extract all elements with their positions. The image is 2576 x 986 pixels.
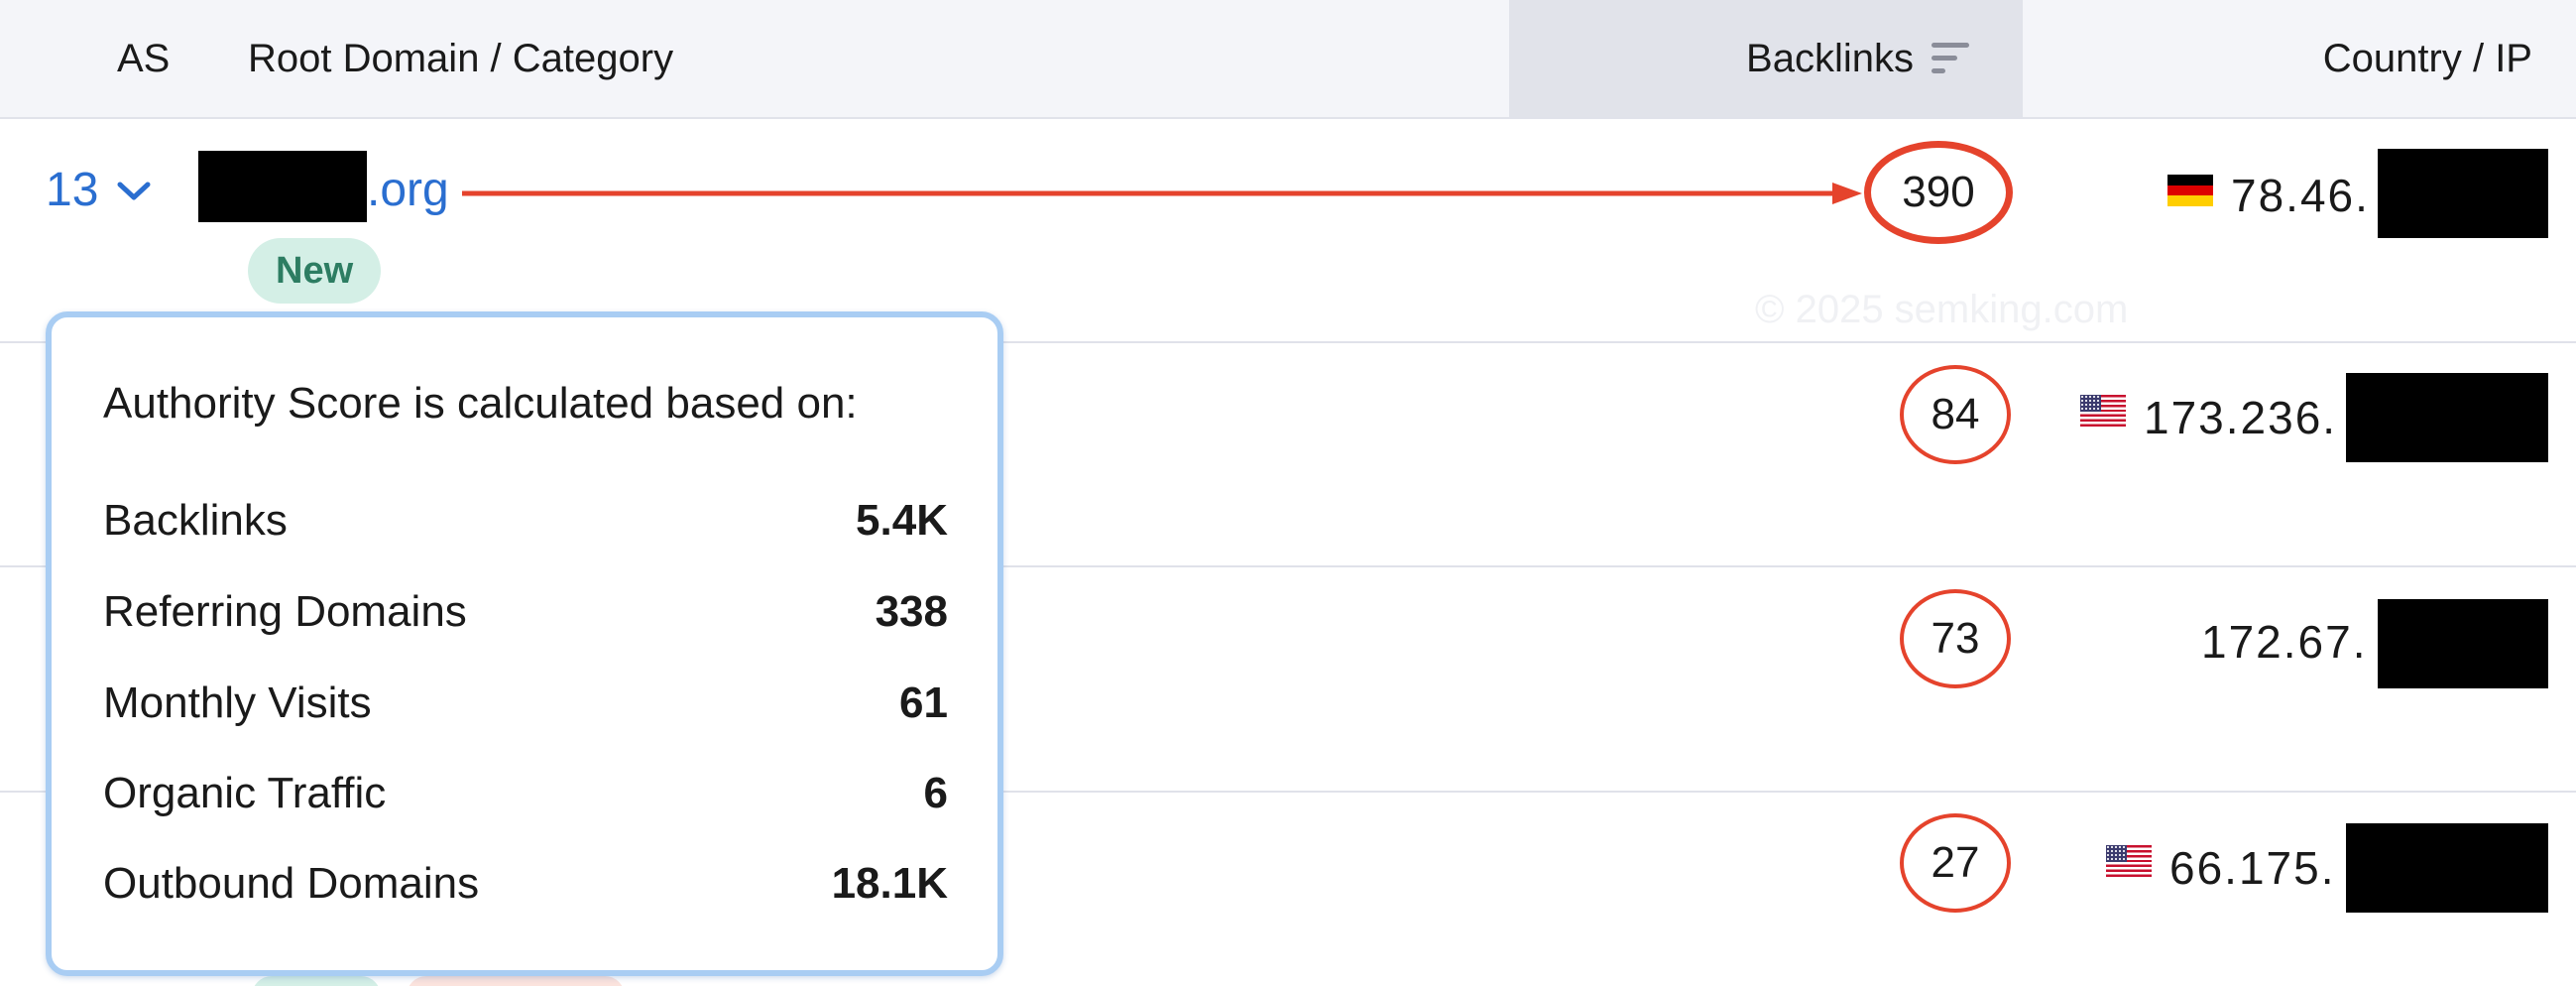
watermark-text: © 2025 semking.com <box>1755 288 2129 331</box>
popover-row-label: Organic Traffic <box>103 769 387 817</box>
popover-row-label: Backlinks <box>103 496 288 545</box>
ip-address: 172.67. <box>2201 616 2368 668</box>
header-country-ip[interactable]: Country / IP <box>2323 0 2532 117</box>
popover-row-value: 6 <box>923 769 948 817</box>
popover-row-referring-domains: Referring Domains 338 <box>103 587 948 637</box>
as-score-value: 13 <box>46 164 99 216</box>
backlinks-count: 73 <box>1931 614 1980 663</box>
as-score-dropdown[interactable]: 13 <box>46 163 152 217</box>
backlinks-count: 84 <box>1931 390 1980 438</box>
authority-score-popover: Authority Score is calculated based on: … <box>46 311 1003 976</box>
popover-row-value: 5.4K <box>856 496 948 545</box>
popover-row-label: Outbound Domains <box>103 859 480 908</box>
root-domain-link[interactable]: .org <box>367 163 449 217</box>
annotation-arrow <box>462 183 1862 204</box>
backlinks-count-highlight[interactable]: 27 <box>1900 813 2011 913</box>
germany-flag-icon <box>2167 175 2213 206</box>
popover-row-backlinks: Backlinks 5.4K <box>103 496 948 546</box>
ip-address: 173.236. <box>2144 392 2338 443</box>
sort-icon[interactable] <box>1930 39 1973 78</box>
us-flag-icon <box>2106 845 2152 877</box>
header-root-domain[interactable]: Root Domain / Category <box>248 0 673 117</box>
backlinks-count: 27 <box>1931 838 1980 887</box>
redacted-domain-name <box>198 151 367 222</box>
category-badge <box>407 976 625 986</box>
chevron-down-icon <box>117 182 151 199</box>
redacted-ip <box>2378 599 2548 688</box>
header-as[interactable]: AS <box>117 0 170 117</box>
backlinks-count-highlight[interactable]: 84 <box>1900 365 2011 464</box>
popover-row-value: 18.1K <box>831 859 948 908</box>
popover-row-value: 61 <box>899 678 948 727</box>
backlinks-count: 390 <box>1902 168 1975 216</box>
header-backlinks-label: Backlinks <box>1746 36 1914 80</box>
ip-address: 78.46. <box>2231 170 2370 221</box>
popover-row-monthly-visits: Monthly Visits 61 <box>103 678 948 728</box>
popover-row-organic-traffic: Organic Traffic 6 <box>103 769 948 818</box>
redacted-ip <box>2346 823 2548 913</box>
table-header: AS Root Domain / Category Backlinks Coun… <box>0 0 2576 119</box>
popover-row-outbound-domains: Outbound Domains 18.1K <box>103 859 948 909</box>
popover-row-label: Monthly Visits <box>103 678 372 727</box>
backlinks-count-highlight[interactable]: 73 <box>1900 589 2011 688</box>
header-backlinks[interactable]: Backlinks <box>1509 0 2023 117</box>
category-badge <box>252 976 381 986</box>
us-flag-icon <box>2080 395 2126 427</box>
backlinks-count-highlight[interactable]: 390 <box>1864 141 2013 244</box>
popover-row-value: 338 <box>875 587 948 636</box>
popover-row-label: Referring Domains <box>103 587 467 636</box>
redacted-ip <box>2378 149 2548 238</box>
ip-address: 66.175. <box>2169 842 2336 894</box>
redacted-ip <box>2346 373 2548 462</box>
new-badge: New <box>248 238 382 304</box>
popover-title: Authority Score is calculated based on: <box>103 379 858 428</box>
